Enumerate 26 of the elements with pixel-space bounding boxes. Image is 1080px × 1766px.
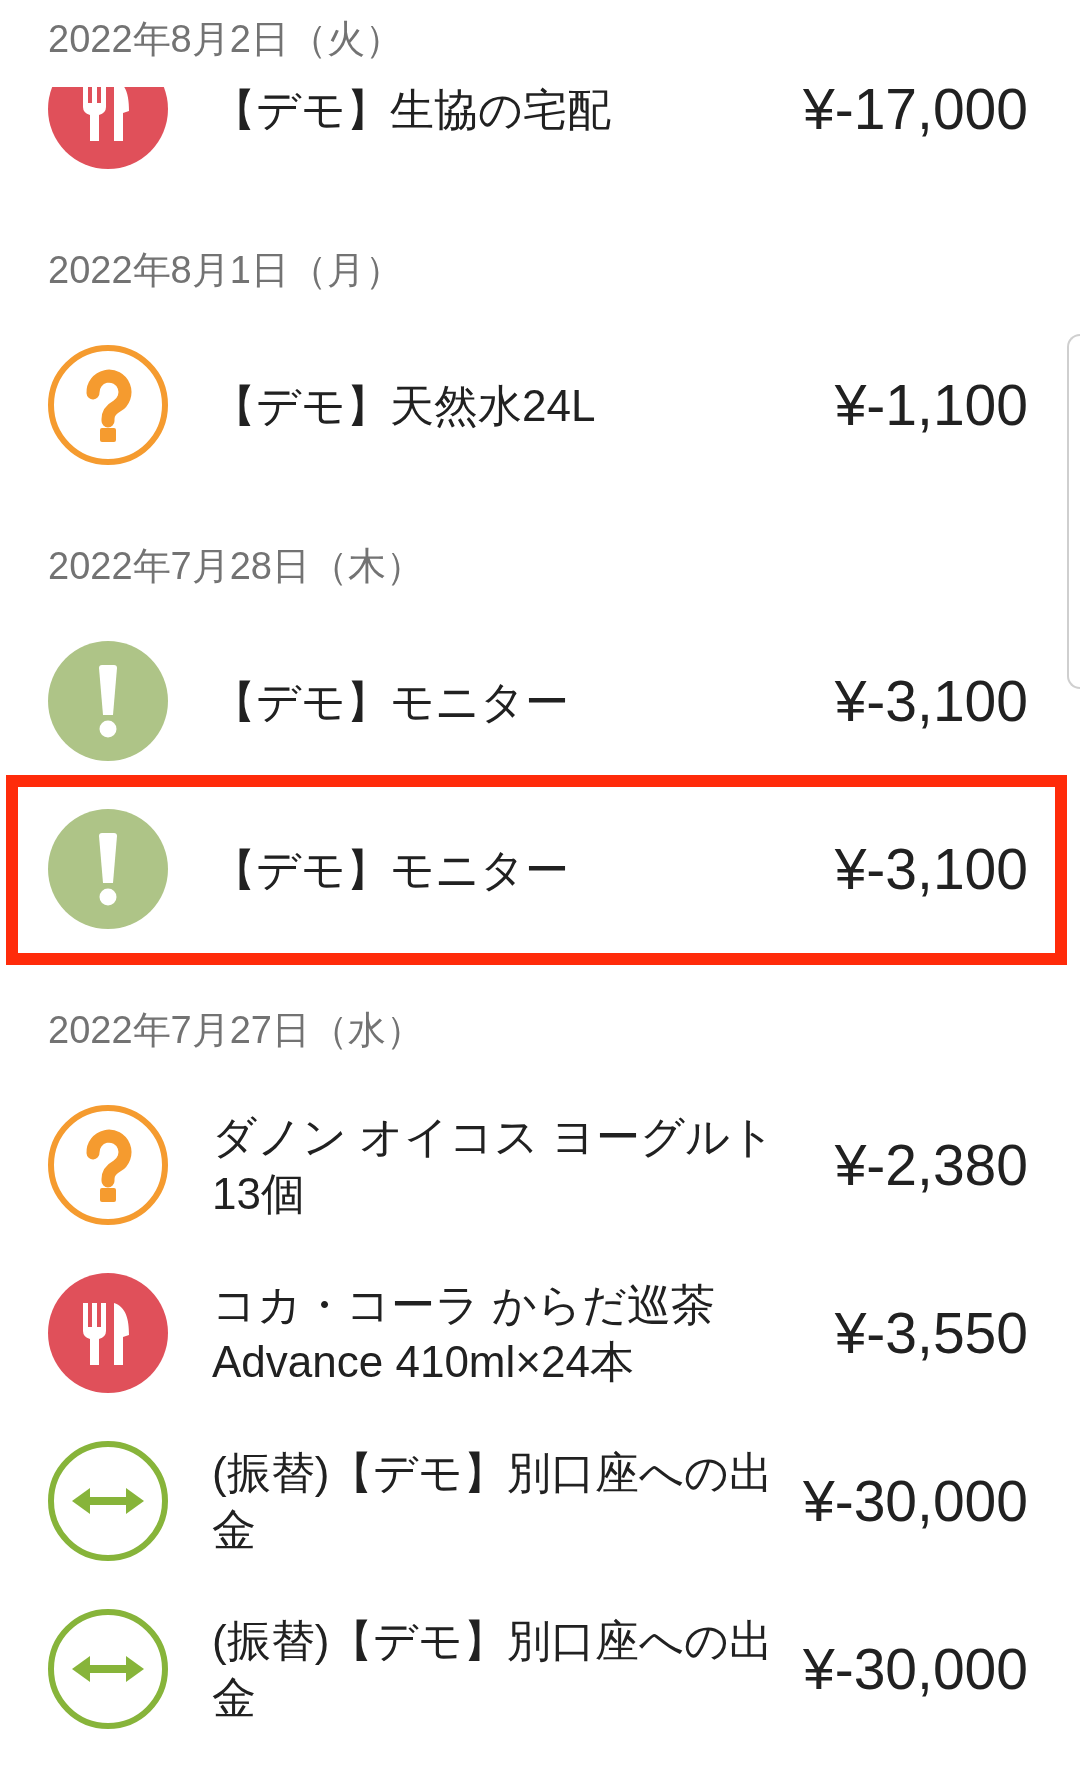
transaction-amount: ¥-3,550 [834,1301,1028,1365]
question-mark-icon [48,1105,168,1225]
exclamation-icon [48,641,168,761]
transaction-amount: ¥-17,000 [802,77,1028,141]
transaction-name: (振替)【デモ】別口座への出金 [212,1447,775,1556]
transaction-amount: ¥-30,000 [802,1469,1028,1533]
transaction-name: 【デモ】生協の宅配 [212,83,611,136]
transaction-name: 【デモ】天然水24L [212,379,596,432]
transaction-amount: ¥-1,100 [834,373,1028,437]
date-header: 2022年8月2日（火） [48,17,403,62]
date-header: 2022年7月28日（木） [48,544,424,589]
transaction-name: コカ・コーラ からだ巡茶 Advance 410ml×24本 [212,1279,717,1388]
date-header: 2022年8月1日（月） [48,248,403,293]
transaction-name: 【デモ】モニター [212,843,569,896]
transaction-amount: ¥-2,380 [834,1133,1028,1197]
transaction-name: ダノン オイコス ヨーグルト 13個 [212,1111,777,1220]
transaction-name: (振替)【デモ】別口座への出金 [212,1615,775,1724]
scrollbar-thumb[interactable] [1067,334,1080,689]
fork-knife-icon [48,1273,168,1393]
exclamation-icon [48,809,168,929]
transaction-name: 【デモ】モニター [212,675,569,728]
transaction-amount: ¥-30,000 [802,1637,1028,1701]
date-header: 2022年7月27日（水） [48,1008,424,1053]
transaction-amount: ¥-3,100 [834,837,1028,901]
transaction-amount: ¥-3,100 [834,669,1028,733]
question-mark-icon [48,345,168,465]
